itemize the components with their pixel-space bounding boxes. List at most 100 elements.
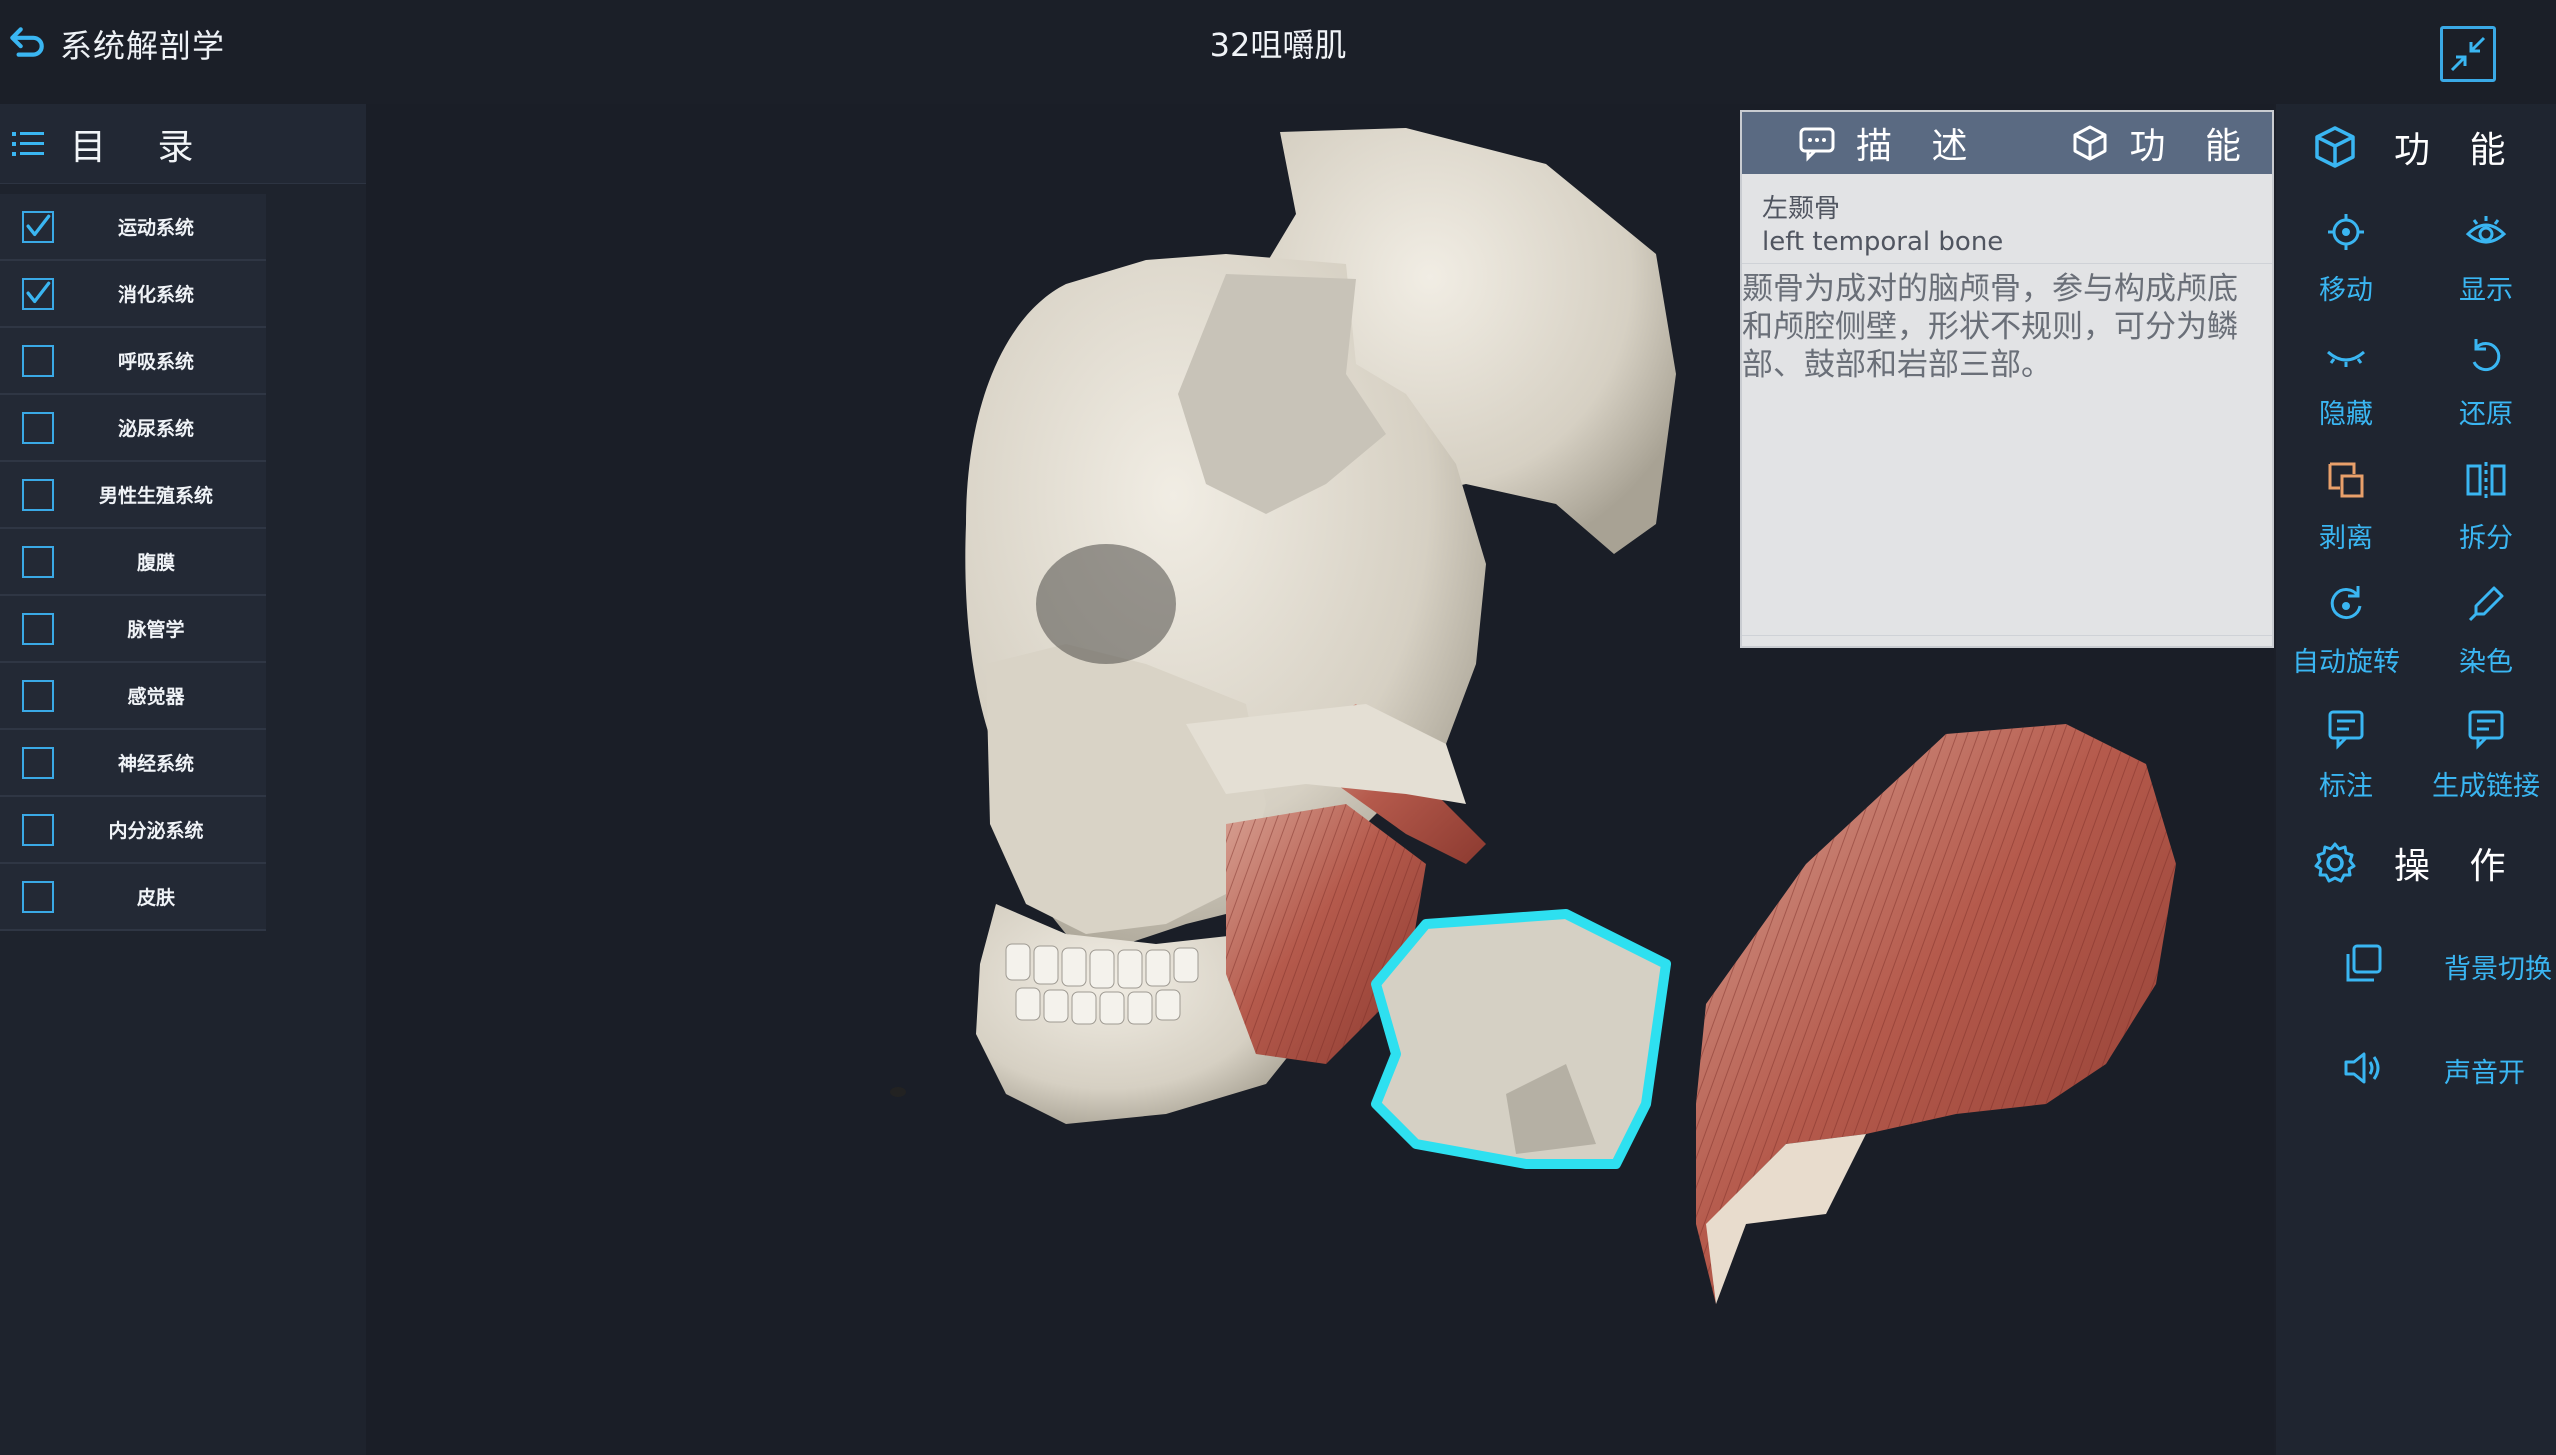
function-button[interactable]: 拆分 <box>2416 450 2556 562</box>
toc-item-label: 运动系统 <box>117 217 194 239</box>
structure-name-cn: 左颞骨 <box>1762 194 1841 224</box>
function-label: 标注 <box>2319 770 2373 802</box>
toc-item[interactable]: 皮肤 <box>0 864 266 931</box>
toc-item[interactable]: 呼吸系统 <box>0 328 266 395</box>
function-button[interactable]: 还原 <box>2416 326 2556 438</box>
toc-title: 目 录 <box>70 126 214 168</box>
checkbox-unchecked[interactable] <box>22 545 54 578</box>
structure-description: 颞骨为成对的脑颅骨，参与构成颅底和颅腔侧壁，形状不规则，可分为鳞部、鼓部和岩部三… <box>1742 263 2272 384</box>
toc-list: 运动系统消化系统呼吸系统泌尿系统男性生殖系统 腹膜脉管学感觉器神经系统内分泌系统皮… <box>0 194 266 931</box>
operation-section-header: 操 作 <box>2276 820 2556 906</box>
description-tabs: 描 述 功 能 <box>1742 112 2272 174</box>
peel-icon <box>2324 458 2368 506</box>
toc-header: 目 录 <box>0 104 366 184</box>
page-title: 32咀嚼肌 <box>1209 26 1347 64</box>
toc-item[interactable]: 脉管学 <box>0 596 266 663</box>
speaker-icon <box>2276 1046 2384 1094</box>
function-label: 染色 <box>2459 646 2513 678</box>
right-function-panel: 功 能 移动 显示隐藏 还原剥离 拆分自动旋转 染色标注 生成链接 操 作 背景切换声音开 <box>2276 104 2556 1455</box>
checkbox-unchecked[interactable] <box>22 746 54 779</box>
gear-icon <box>2314 842 2356 883</box>
operation-label: 声音开 <box>2444 1057 2525 1089</box>
function-label: 拆分 <box>2459 522 2513 554</box>
checkmark-icon <box>26 281 51 303</box>
eye-icon <box>2464 210 2508 258</box>
operation-button[interactable]: 背景切换 <box>2276 914 2556 1018</box>
toc-item[interactable]: 腹膜 <box>0 529 266 596</box>
toc-item-label: 脉管学 <box>127 619 185 641</box>
function-label: 隐藏 <box>2319 398 2373 430</box>
toc-item-label: 皮肤 <box>136 887 175 909</box>
function-label: 移动 <box>2319 274 2373 306</box>
auto-rotate-icon <box>2324 582 2368 630</box>
toc-item-label: 消化系统 <box>117 284 194 306</box>
checkbox-unchecked[interactable] <box>22 411 54 444</box>
function-button[interactable]: 显示 <box>2416 202 2556 314</box>
collapse-icon <box>2450 36 2486 72</box>
operation-list: 背景切换 声音开 <box>2276 914 2556 1122</box>
checkbox-checked[interactable] <box>22 277 54 310</box>
toc-item-label: 感觉器 <box>127 686 185 708</box>
function-button[interactable]: 隐藏 <box>2276 326 2416 438</box>
checkbox-unchecked[interactable] <box>22 612 54 645</box>
eye-closed-icon <box>2324 334 2368 382</box>
collapse-fullscreen-button[interactable] <box>2440 26 2496 82</box>
function-label: 生成链接 <box>2432 770 2540 802</box>
top-bar: 系统解剖学 32咀嚼肌 <box>0 0 2556 100</box>
function-label: 显示 <box>2459 274 2513 306</box>
table-of-contents-panel: 目 录 运动系统消化系统呼吸系统泌尿系统男性生殖系统 腹膜脉管学感觉器神经系统内分… <box>0 104 366 1455</box>
toc-item[interactable]: 内分泌系统 <box>0 797 266 864</box>
function-grid: 移动 显示隐藏 还原剥离 拆分自动旋转 染色标注 生成链接 <box>2276 202 2556 810</box>
checkbox-unchecked[interactable] <box>22 344 54 377</box>
restore-icon <box>2464 334 2508 382</box>
operation-title: 操 作 <box>2394 846 2520 887</box>
checkbox-unchecked[interactable] <box>22 679 54 712</box>
toc-item[interactable]: 泌尿系统 <box>0 395 266 462</box>
dye-pipette-icon <box>2464 582 2508 630</box>
checkbox-checked[interactable] <box>22 210 54 243</box>
description-divider <box>1742 635 2272 636</box>
split-icon <box>2464 458 2508 506</box>
function-section-header: 功 能 <box>2276 104 2556 190</box>
operation-label: 背景切换 <box>2444 953 2552 985</box>
function-button[interactable]: 剥离 <box>2276 450 2416 562</box>
function-button[interactable]: 自动旋转 <box>2276 574 2416 686</box>
structure-name-en: left temporal bone <box>1762 227 2004 257</box>
toc-item[interactable]: 感觉器 <box>0 663 266 730</box>
function-title: 功 能 <box>2394 130 2520 171</box>
link-generate-icon <box>2464 706 2508 754</box>
tab-description-label: 描 述 <box>1856 126 1982 167</box>
toc-item[interactable]: 神经系统 <box>0 730 266 797</box>
operation-button[interactable]: 声音开 <box>2276 1018 2556 1122</box>
description-body: 左颞骨 left temporal bone 颞骨为成对的脑颅骨，参与构成颅底和… <box>1742 174 2272 384</box>
toc-item-label: 男性生殖系统 <box>98 485 213 507</box>
tab-function[interactable]: 功 能 <box>1981 112 2254 174</box>
function-button[interactable]: 标注 <box>2276 698 2416 810</box>
annotate-icon <box>2324 706 2368 754</box>
toc-item-label: 内分泌系统 <box>108 820 204 842</box>
toc-item[interactable]: 运动系统 <box>0 194 266 261</box>
function-label: 自动旋转 <box>2292 646 2400 678</box>
toc-item-label: 泌尿系统 <box>117 418 194 440</box>
cube-icon <box>2315 126 2355 168</box>
toc-item-label: 呼吸系统 <box>117 351 194 373</box>
cube-icon <box>2073 125 2107 161</box>
checkbox-unchecked[interactable] <box>22 478 54 511</box>
background-switch-icon <box>2276 942 2384 990</box>
description-panel: 描 述 功 能 左颞骨 left temporal bone 颞骨为成对的脑颅骨… <box>1740 110 2274 648</box>
chat-bubble-icon <box>1799 127 1835 162</box>
checkmark-icon <box>26 214 51 236</box>
function-button[interactable]: 移动 <box>2276 202 2416 314</box>
toc-item[interactable]: 男性生殖系统 <box>0 462 266 529</box>
toc-item[interactable]: 消化系统 <box>0 261 266 328</box>
function-label: 还原 <box>2459 398 2513 430</box>
checkbox-unchecked[interactable] <box>22 813 54 846</box>
function-button[interactable]: 染色 <box>2416 574 2556 686</box>
tab-function-label: 功 能 <box>2129 126 2255 167</box>
move-target-icon <box>2324 210 2368 258</box>
checkbox-unchecked[interactable] <box>22 880 54 913</box>
toc-item-label: 神经系统 <box>117 753 194 775</box>
tab-description[interactable]: 描 述 <box>1742 112 1981 174</box>
toc-item-label: 腹膜 <box>136 552 175 574</box>
function-button[interactable]: 生成链接 <box>2416 698 2556 810</box>
